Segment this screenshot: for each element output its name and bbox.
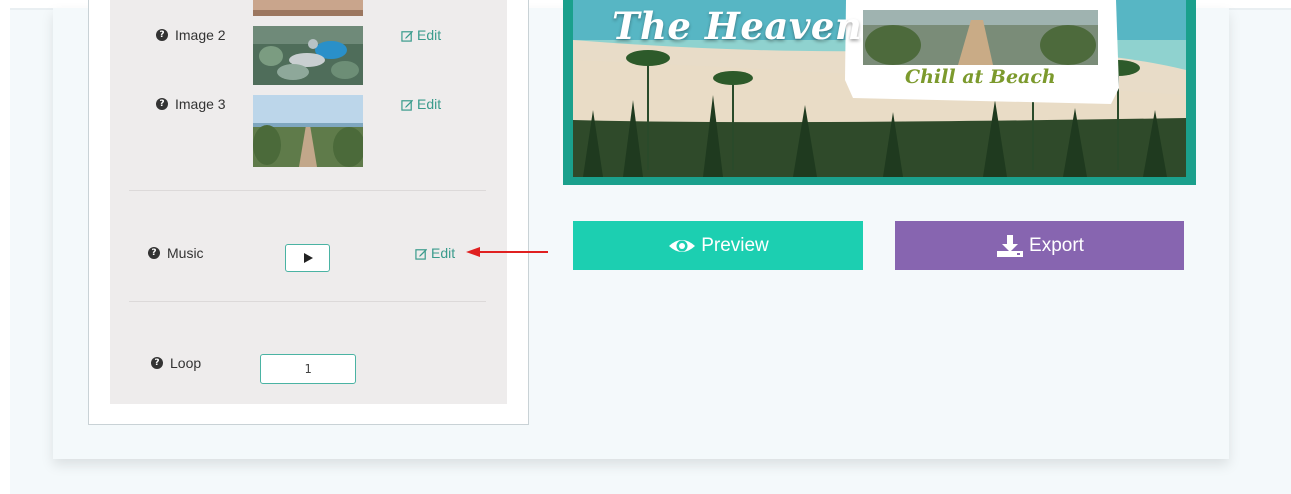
question-circle-icon[interactable]: ? [151, 357, 163, 369]
question-circle-icon[interactable]: ? [156, 98, 168, 110]
image-2-edit-label: Edit [417, 27, 442, 43]
image-3-edit-link[interactable]: Edit [401, 96, 441, 112]
image-3-label-text: Image 3 [175, 96, 226, 112]
image-2-label: ? Image 2 [156, 27, 226, 43]
loop-label: ? Loop [151, 355, 201, 371]
export-button-label: Export [1029, 234, 1084, 256]
music-play-button[interactable] [285, 244, 330, 272]
eye-icon [669, 239, 696, 252]
pencil-square-icon [401, 99, 414, 111]
loop-count-value: 1 [304, 362, 312, 376]
preview-button[interactable]: Preview [573, 221, 863, 270]
question-circle-icon[interactable]: ? [148, 247, 160, 259]
play-icon [303, 253, 313, 263]
annotation-arrow [466, 247, 548, 257]
image-2-edit-link[interactable]: Edit [401, 27, 441, 43]
loop-count-input[interactable]: 1 [260, 354, 356, 384]
pencil-square-icon [415, 248, 428, 260]
loop-label-text: Loop [170, 355, 202, 371]
question-circle-icon[interactable]: ? [156, 29, 168, 41]
music-edit-link[interactable]: Edit [415, 245, 455, 261]
download-icon [997, 234, 1024, 257]
preview-caption-text: Chill at Beach [905, 66, 1056, 88]
preview-title-text: The Heaven [612, 4, 863, 48]
section-divider [129, 190, 486, 191]
image-2-label-text: Image 2 [175, 27, 226, 43]
music-edit-label: Edit [431, 245, 456, 261]
pencil-square-icon [401, 30, 414, 42]
export-button[interactable]: Export [895, 221, 1184, 270]
image-1-thumbnail [253, 0, 363, 16]
image-3-thumbnail [253, 95, 363, 167]
image-3-edit-label: Edit [417, 96, 442, 112]
music-label-text: Music [167, 245, 204, 261]
image-3-label: ? Image 3 [156, 96, 226, 112]
preview-button-label: Preview [701, 234, 769, 256]
music-label: ? Music [148, 245, 204, 261]
section-divider [129, 301, 486, 302]
image-2-thumbnail [253, 26, 363, 85]
